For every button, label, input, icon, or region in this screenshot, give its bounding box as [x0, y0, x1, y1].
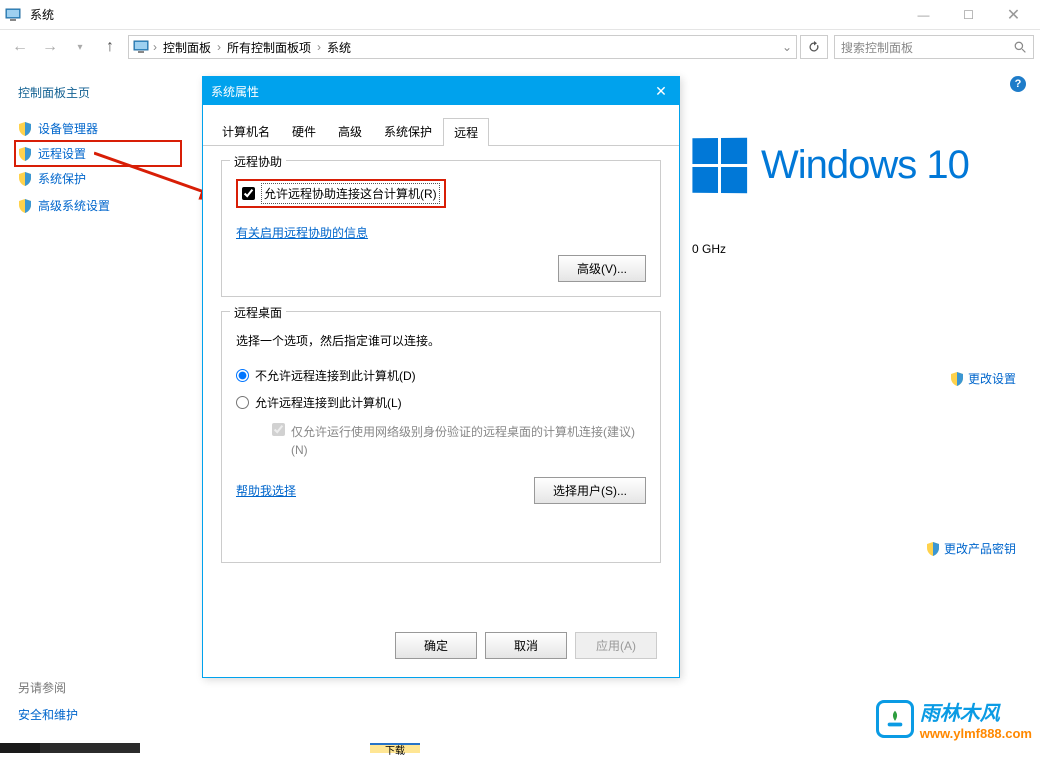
taskbar-edge: 下载 [0, 743, 1040, 753]
dialog-tabs: 计算机名 硬件 高级 系统保护 远程 [203, 105, 679, 146]
see-also-heading: 另请参阅 [18, 679, 78, 696]
nla-checkbox [272, 423, 285, 436]
change-product-key-link[interactable]: 更改产品密钥 [926, 540, 1016, 557]
checkbox-label: 允许远程协助连接这台计算机(R) [261, 183, 440, 204]
apply-button[interactable]: 应用(A) [575, 632, 657, 659]
watermark-name: 雨林木风 [920, 697, 1032, 726]
shield-icon [18, 147, 32, 161]
allow-remote-assistance-checkbox-row[interactable]: 允许远程协助连接这台计算机(R) [236, 179, 446, 208]
sidebar-item-device-manager[interactable]: 设备管理器 [18, 115, 178, 142]
link-label: 更改设置 [968, 370, 1016, 387]
dialog-close-button[interactable]: ✕ [651, 81, 671, 101]
select-users-button[interactable]: 选择用户(S)... [534, 477, 646, 504]
refresh-button[interactable] [800, 35, 828, 59]
search-placeholder: 搜索控制面板 [841, 39, 913, 56]
security-maintenance-link[interactable]: 安全和维护 [18, 706, 78, 723]
radio-input-allow[interactable] [236, 396, 249, 409]
change-settings-link[interactable]: 更改设置 [950, 370, 1016, 387]
shield-icon [926, 542, 940, 556]
sidebar-label: 设备管理器 [38, 120, 98, 137]
help-me-choose-link[interactable]: 帮助我选择 [236, 482, 296, 499]
system-properties-dialog: 系统属性 ✕ 计算机名 硬件 高级 系统保护 远程 远程协助 允许远程协助连接这… [202, 76, 680, 678]
breadcrumb-sep: › [215, 40, 223, 54]
radio-dont-allow[interactable]: 不允许远程连接到此计算机(D) [236, 367, 646, 384]
radio-input-dont-allow[interactable] [236, 369, 249, 382]
tab-system-protection[interactable]: 系统保护 [373, 117, 443, 145]
recent-dropdown[interactable]: ▾ [66, 33, 94, 61]
group-title: 远程协助 [230, 153, 286, 170]
sidebar-label: 远程设置 [38, 145, 86, 162]
remote-assistance-info-link[interactable]: 有关启用远程协助的信息 [236, 226, 368, 240]
minimize-button[interactable]: — [901, 0, 946, 30]
breadcrumb-sep: › [151, 40, 159, 54]
group-title: 远程桌面 [230, 304, 286, 321]
location-icon [133, 39, 149, 55]
shield-icon [18, 122, 32, 136]
dialog-footer: 确定 取消 应用(A) [395, 632, 657, 659]
sidebar-item-remote-settings[interactable]: 远程设置 [14, 140, 182, 167]
back-button[interactable]: ← [6, 33, 34, 61]
sidebar: 控制面板主页 设备管理器 远程设置 系统保护 高级系统设置 另请参阅 安全和维护 [0, 64, 196, 753]
tab-remote[interactable]: 远程 [443, 118, 489, 146]
sidebar-heading[interactable]: 控制面板主页 [18, 84, 178, 101]
ok-button[interactable]: 确定 [395, 632, 477, 659]
processor-speed: 0 GHz [692, 242, 726, 256]
sidebar-label: 高级系统设置 [38, 197, 110, 214]
shield-icon [950, 372, 964, 386]
allow-remote-assistance-checkbox[interactable] [242, 187, 255, 200]
system-icon [4, 6, 22, 24]
breadcrumb-sep: › [315, 40, 323, 54]
dialog-title: 系统属性 [211, 83, 259, 100]
address-bar[interactable]: › 控制面板 › 所有控制面板项 › 系统 ⌄ [128, 35, 797, 59]
radio-label: 不允许远程连接到此计算机(D) [255, 367, 416, 384]
radio-allow[interactable]: 允许远程连接到此计算机(L) [236, 394, 646, 411]
link-label: 更改产品密钥 [944, 540, 1016, 557]
watermark-icon [876, 700, 914, 738]
explorer-titlebar: 系统 — ☐ ✕ [0, 0, 1040, 30]
windows-flag-icon [692, 138, 747, 194]
window-title: 系统 [30, 6, 54, 23]
windows10-logo: Windows 10 [692, 138, 969, 193]
nla-label: 仅允许运行使用网络级别身份验证的远程桌面的计算机连接(建议)(N) [291, 423, 646, 459]
sidebar-item-system-protection[interactable]: 系统保护 [18, 165, 178, 192]
radio-label: 允许远程连接到此计算机(L) [255, 394, 402, 411]
cancel-button[interactable]: 取消 [485, 632, 567, 659]
close-button[interactable]: ✕ [991, 0, 1036, 30]
breadcrumb-item[interactable]: 控制面板 [161, 39, 213, 56]
sidebar-item-advanced-settings[interactable]: 高级系统设置 [18, 192, 178, 219]
group-description: 选择一个选项，然后指定谁可以连接。 [236, 332, 646, 349]
download-badge: 下载 [370, 743, 420, 753]
search-input[interactable]: 搜索控制面板 [834, 35, 1034, 59]
address-dropdown[interactable]: ⌄ [782, 40, 792, 54]
shield-icon [18, 172, 32, 186]
maximize-button[interactable]: ☐ [946, 0, 991, 30]
up-button[interactable]: ↑ [96, 33, 124, 61]
breadcrumb-item[interactable]: 所有控制面板项 [225, 39, 313, 56]
dialog-titlebar[interactable]: 系统属性 ✕ [203, 77, 679, 105]
watermark-url: www.ylmf888.com [920, 726, 1032, 741]
forward-button[interactable]: → [36, 33, 64, 61]
shield-icon [18, 199, 32, 213]
search-icon [1014, 41, 1027, 54]
navbar: ← → ▾ ↑ › 控制面板 › 所有控制面板项 › 系统 ⌄ 搜索控制面板 [0, 30, 1040, 64]
tab-advanced[interactable]: 高级 [327, 117, 373, 145]
nla-checkbox-row: 仅允许运行使用网络级别身份验证的远程桌面的计算机连接(建议)(N) [272, 423, 646, 459]
windows10-text: Windows 10 [761, 143, 969, 188]
advanced-button[interactable]: 高级(V)... [558, 255, 646, 282]
remote-desktop-group: 远程桌面 选择一个选项，然后指定谁可以连接。 不允许远程连接到此计算机(D) 允… [221, 311, 661, 563]
watermark: 雨林木风 www.ylmf888.com [876, 697, 1032, 741]
help-icon[interactable]: ? [1010, 76, 1026, 92]
sidebar-label: 系统保护 [38, 170, 86, 187]
tab-computer-name[interactable]: 计算机名 [211, 117, 281, 145]
remote-assistance-group: 远程协助 允许远程协助连接这台计算机(R) 有关启用远程协助的信息 高级(V).… [221, 160, 661, 297]
tab-hardware[interactable]: 硬件 [281, 117, 327, 145]
breadcrumb-item[interactable]: 系统 [325, 39, 353, 56]
